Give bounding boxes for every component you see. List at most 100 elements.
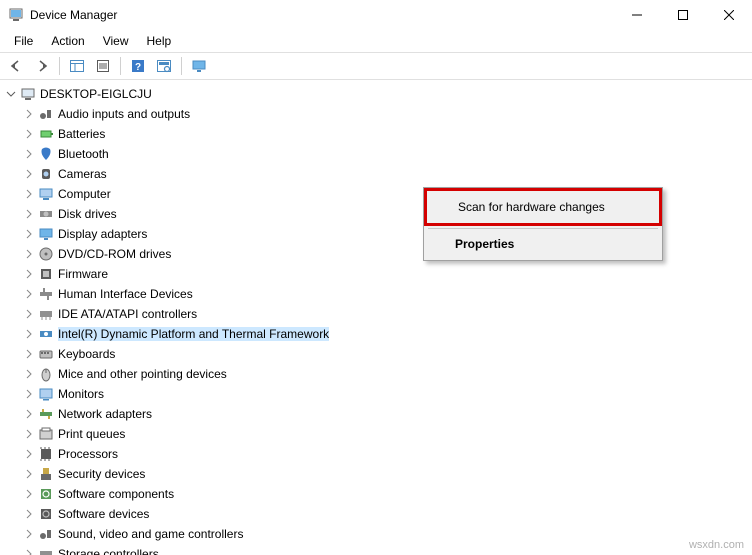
titlebar: Device Manager xyxy=(0,0,752,30)
device-category-icon xyxy=(38,506,54,522)
maximize-button[interactable] xyxy=(660,0,706,30)
tree-item[interactable]: Processors xyxy=(2,444,750,464)
tree-item[interactable]: Software components xyxy=(2,484,750,504)
show-hide-tree-button[interactable] xyxy=(65,55,89,77)
menu-help[interactable]: Help xyxy=(139,32,180,50)
expand-icon[interactable] xyxy=(22,347,36,361)
tree-item[interactable]: Cameras xyxy=(2,164,750,184)
tree-item[interactable]: Software devices xyxy=(2,504,750,524)
device-category-icon xyxy=(38,206,54,222)
tree-item-label: Sound, video and game controllers xyxy=(58,527,243,541)
expand-icon[interactable] xyxy=(22,267,36,281)
tree-item[interactable]: Batteries xyxy=(2,124,750,144)
expand-icon[interactable] xyxy=(22,207,36,221)
device-category-icon xyxy=(38,106,54,122)
tree-item[interactable]: Security devices xyxy=(2,464,750,484)
toolbar-separator xyxy=(59,57,60,75)
computer-icon xyxy=(20,86,36,102)
expand-icon[interactable] xyxy=(22,507,36,521)
expand-icon[interactable] xyxy=(22,287,36,301)
tree-item[interactable]: Storage controllers xyxy=(2,544,750,555)
tree-item-label: Human Interface Devices xyxy=(58,287,193,301)
tree-item-label: Audio inputs and outputs xyxy=(58,107,190,121)
tree-item-label: Firmware xyxy=(58,267,108,281)
tree-item-label: Security devices xyxy=(58,467,145,481)
tree-item[interactable]: Sound, video and game controllers xyxy=(2,524,750,544)
forward-button[interactable] xyxy=(30,55,54,77)
tree-item-label: Print queues xyxy=(58,427,125,441)
expand-icon[interactable] xyxy=(22,427,36,441)
device-category-icon xyxy=(38,146,54,162)
properties-button[interactable] xyxy=(91,55,115,77)
expand-icon[interactable] xyxy=(22,327,36,341)
device-category-icon xyxy=(38,526,54,542)
expand-icon[interactable] xyxy=(22,467,36,481)
tree-item[interactable]: IDE ATA/ATAPI controllers xyxy=(2,304,750,324)
tree-item-label: IDE ATA/ATAPI controllers xyxy=(58,307,197,321)
expand-icon[interactable] xyxy=(22,527,36,541)
device-category-icon xyxy=(38,126,54,142)
tree-item[interactable]: Bluetooth xyxy=(2,144,750,164)
toolbar-separator xyxy=(181,57,182,75)
expand-icon[interactable] xyxy=(22,547,36,555)
expand-icon[interactable] xyxy=(22,247,36,261)
window-controls xyxy=(614,0,752,30)
help-button[interactable]: ? xyxy=(126,55,150,77)
expand-icon[interactable] xyxy=(22,147,36,161)
tree-item[interactable]: Firmware xyxy=(2,264,750,284)
tree-item-label: Software devices xyxy=(58,507,149,521)
back-button[interactable] xyxy=(4,55,28,77)
tree-item[interactable]: Human Interface Devices xyxy=(2,284,750,304)
device-category-icon xyxy=(38,486,54,502)
tree-item-label: Disk drives xyxy=(58,207,117,221)
scan-hardware-button[interactable] xyxy=(152,55,176,77)
device-category-icon xyxy=(38,166,54,182)
tree-item[interactable]: Mice and other pointing devices xyxy=(2,364,750,384)
tree-item-label: Network adapters xyxy=(58,407,152,421)
expand-icon[interactable] xyxy=(22,227,36,241)
tree-item-label: Monitors xyxy=(58,387,104,401)
expand-icon[interactable] xyxy=(22,127,36,141)
device-tree[interactable]: DESKTOP-EIGLCJU Audio inputs and outputs… xyxy=(0,80,752,555)
menu-action[interactable]: Action xyxy=(43,32,92,50)
tree-root[interactable]: DESKTOP-EIGLCJU xyxy=(2,84,750,104)
context-menu-properties[interactable]: Properties xyxy=(427,231,659,257)
menu-view[interactable]: View xyxy=(95,32,137,50)
tree-item-label: Software components xyxy=(58,487,174,501)
minimize-button[interactable] xyxy=(614,0,660,30)
context-menu-highlight: Scan for hardware changes xyxy=(424,188,662,226)
expand-icon[interactable] xyxy=(22,407,36,421)
device-category-icon xyxy=(38,546,54,555)
device-category-icon xyxy=(38,426,54,442)
context-menu-divider xyxy=(428,228,658,229)
expand-icon[interactable] xyxy=(22,307,36,321)
tree-item[interactable]: Intel(R) Dynamic Platform and Thermal Fr… xyxy=(2,324,750,344)
expand-icon[interactable] xyxy=(22,107,36,121)
device-category-icon xyxy=(38,226,54,242)
context-menu-scan-hardware[interactable]: Scan for hardware changes xyxy=(430,194,656,220)
device-category-icon xyxy=(38,286,54,302)
expand-icon[interactable] xyxy=(22,487,36,501)
expand-icon[interactable] xyxy=(22,367,36,381)
expand-icon[interactable] xyxy=(22,167,36,181)
tree-item-label: Display adapters xyxy=(58,227,147,241)
tree-item[interactable]: Audio inputs and outputs xyxy=(2,104,750,124)
expand-icon[interactable] xyxy=(22,187,36,201)
menu-file[interactable]: File xyxy=(6,32,41,50)
close-button[interactable] xyxy=(706,0,752,30)
tree-item[interactable]: Keyboards xyxy=(2,344,750,364)
expand-icon[interactable] xyxy=(22,387,36,401)
expand-icon[interactable] xyxy=(22,447,36,461)
window-title: Device Manager xyxy=(30,8,614,22)
collapse-icon[interactable] xyxy=(4,87,18,101)
tree-item[interactable]: Print queues xyxy=(2,424,750,444)
svg-text:?: ? xyxy=(135,62,141,73)
tree-item-label: Computer xyxy=(58,187,111,201)
tree-item-label: Bluetooth xyxy=(58,147,109,161)
tree-root-label: DESKTOP-EIGLCJU xyxy=(40,87,152,101)
app-icon xyxy=(8,7,24,23)
tree-item[interactable]: Monitors xyxy=(2,384,750,404)
device-category-icon xyxy=(38,346,54,362)
monitor-button[interactable] xyxy=(187,55,211,77)
tree-item[interactable]: Network adapters xyxy=(2,404,750,424)
